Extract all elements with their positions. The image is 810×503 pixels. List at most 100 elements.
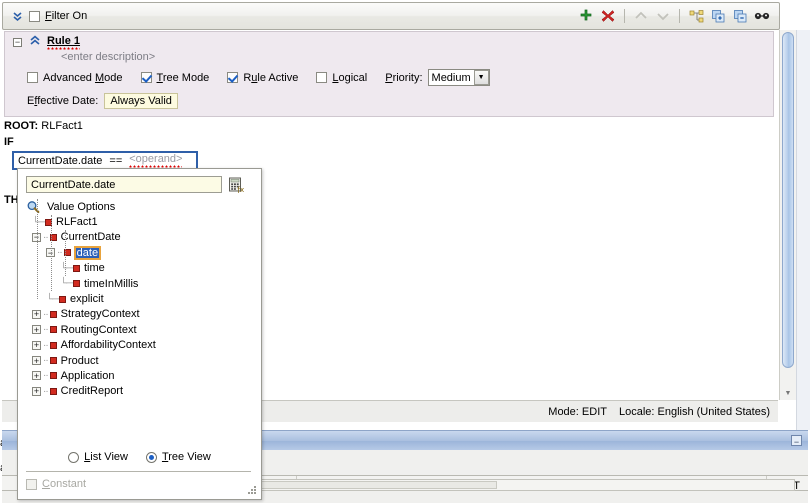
picker-value-input[interactable] <box>26 176 222 193</box>
tree-node-application[interactable]: + ·· Application <box>26 368 254 383</box>
canvas-vscrollbar[interactable]: ▼ <box>779 30 797 400</box>
tree-connector-icon: ·· <box>43 339 49 351</box>
tree-root-node[interactable]: Value Options <box>26 199 254 214</box>
rule-active-checkbox-group[interactable]: Rule Active <box>227 72 298 84</box>
list-view-label: List View <box>84 451 128 463</box>
tree-node-icon <box>59 295 66 303</box>
tree-node-rlfact1[interactable]: └─ RLFact1 <box>26 214 254 229</box>
tree-node-label: Application <box>60 369 115 382</box>
tree-view-radio[interactable] <box>145 451 157 463</box>
effective-date-row: Effective Date: Always Valid <box>27 93 178 109</box>
root-label: ROOT: <box>4 120 39 132</box>
mode-status: Mode: EDIT <box>548 405 607 418</box>
tree-node-icon <box>49 387 57 395</box>
move-up-icon[interactable] <box>632 7 650 25</box>
tree-node-icon <box>73 280 80 288</box>
lower-panel-hscrollbar[interactable] <box>255 479 795 491</box>
tree-node-icon <box>49 341 57 349</box>
tree-node-icon <box>49 372 57 380</box>
filter-on-checkbox[interactable] <box>29 10 40 22</box>
tree-node-product[interactable]: + ·· Product <box>26 353 254 368</box>
value-options-tree[interactable]: Value Options └─ RLFact1− ·· CurrentDate − ··… <box>26 199 254 439</box>
tree-guide-line <box>37 199 38 299</box>
tree-node-label: time <box>84 262 105 275</box>
logical-checkbox[interactable] <box>316 72 328 83</box>
tree-node-label: RoutingContext <box>60 323 137 336</box>
expand-node-icon[interactable]: + <box>32 325 41 335</box>
chevron-double-up-icon[interactable] <box>29 35 41 49</box>
show-hide-icon[interactable] <box>753 7 771 25</box>
tree-node-date[interactable]: − ·· date <box>26 245 254 260</box>
rule-active-label: Rule Active <box>243 71 299 84</box>
chevron-double-down-icon[interactable] <box>9 8 25 24</box>
condition-right-operand[interactable]: <operand> <box>129 153 183 168</box>
tree-connector-icon: └─ <box>60 278 73 290</box>
window-vscrollbar[interactable] <box>796 30 810 430</box>
effective-date-value[interactable]: Always Valid <box>104 93 178 109</box>
value-picker-popup: ƒx Value Options └─RLFact1−··CurrentDate… <box>17 168 262 500</box>
condition-operator[interactable]: == <box>109 155 122 167</box>
delete-icon[interactable] <box>599 7 617 25</box>
copy-add-icon[interactable] <box>709 7 727 25</box>
tree-node-currentdate[interactable]: − ·· CurrentDate <box>26 230 254 245</box>
advanced-mode-checkbox-group[interactable]: Advanced Mode <box>27 72 123 84</box>
add-icon[interactable] <box>577 7 595 25</box>
root-value[interactable]: RLFact1 <box>41 120 83 132</box>
if-label: IF <box>4 136 14 148</box>
expand-node-icon[interactable]: + <box>32 340 41 350</box>
rule-title[interactable]: Rule 1 <box>47 35 81 50</box>
tree-structure-icon[interactable] <box>687 7 705 25</box>
tree-node-label: StrategyContext <box>60 308 140 321</box>
tree-node-label: date <box>73 245 102 260</box>
rule-description[interactable]: <enter description> <box>61 51 155 63</box>
tree-connector-icon: ·· <box>43 355 49 367</box>
expression-builder-icon[interactable]: ƒx <box>228 177 245 194</box>
toolbar-separator <box>624 9 625 23</box>
constant-label: Constant <box>42 478 87 490</box>
filter-on-label: Filter On <box>45 10 88 22</box>
condition-left-operand[interactable]: CurrentDate.date <box>18 155 102 167</box>
expand-node-icon[interactable]: + <box>32 386 41 396</box>
chevron-down-icon[interactable]: ▼ <box>473 70 489 85</box>
list-view-radio[interactable] <box>68 451 80 463</box>
picker-input-row: ƒx <box>26 176 245 194</box>
canvas-vscroll-thumb[interactable] <box>782 32 794 368</box>
minimize-icon[interactable]: − <box>791 435 802 447</box>
filter-toolbar: Filter On <box>2 2 780 30</box>
copy-remove-icon[interactable] <box>731 7 749 25</box>
expand-node-icon[interactable]: + <box>32 371 41 381</box>
tree-node-explicit[interactable]: └─ explicit <box>26 291 254 306</box>
resize-grip[interactable] <box>247 485 257 495</box>
lower-panel-hscroll-thumb[interactable] <box>257 481 497 489</box>
toolbar-separator <box>679 9 680 23</box>
expand-node-icon[interactable]: + <box>32 356 41 366</box>
tree-node-strategycontext[interactable]: + ·· StrategyContext <box>26 307 254 322</box>
tree-node-timeinmillis[interactable]: └─ timeInMillis <box>26 276 254 291</box>
scroll-down-arrow-icon[interactable]: ▼ <box>782 387 794 399</box>
tree-mode-checkbox[interactable] <box>140 72 152 83</box>
constant-checkbox-group[interactable]: Constant <box>26 478 86 490</box>
logical-checkbox-group[interactable]: Logical <box>316 72 367 84</box>
tree-node-affordabilitycontext[interactable]: + ·· AffordabilityContext <box>26 338 254 353</box>
expand-node-icon[interactable]: + <box>32 309 41 319</box>
priority-group: Priority: Medium ▼ <box>385 69 490 86</box>
list-view-radio-group[interactable]: List View <box>68 451 128 463</box>
tree-connector-icon: ·· <box>43 231 49 243</box>
rule-active-checkbox[interactable] <box>227 72 239 83</box>
tree-mode-checkbox-group[interactable]: Tree Mode <box>140 72 209 84</box>
constant-checkbox[interactable] <box>26 478 37 490</box>
tree-node-icon <box>49 310 57 318</box>
move-down-icon[interactable] <box>654 7 672 25</box>
tree-node-label: RLFact1 <box>56 216 98 229</box>
tree-node-creditreport[interactable]: + ·· CreditReport <box>26 384 254 399</box>
rule-expander-toggle[interactable]: − <box>13 38 22 47</box>
tree-node-time[interactable]: └─ time <box>26 261 254 276</box>
tree-node-label: Product <box>60 354 99 367</box>
tree-view-radio-group[interactable]: Tree View <box>145 451 211 463</box>
rule-header-panel: − Rule 1 <enter description> Advanced Mo… <box>4 31 774 117</box>
priority-select[interactable]: Medium ▼ <box>427 69 490 86</box>
tree-node-routingcontext[interactable]: + ·· RoutingContext <box>26 322 254 337</box>
svg-text:ƒx: ƒx <box>237 186 245 193</box>
logical-label: Logical <box>332 71 368 84</box>
advanced-mode-checkbox[interactable] <box>27 72 38 83</box>
